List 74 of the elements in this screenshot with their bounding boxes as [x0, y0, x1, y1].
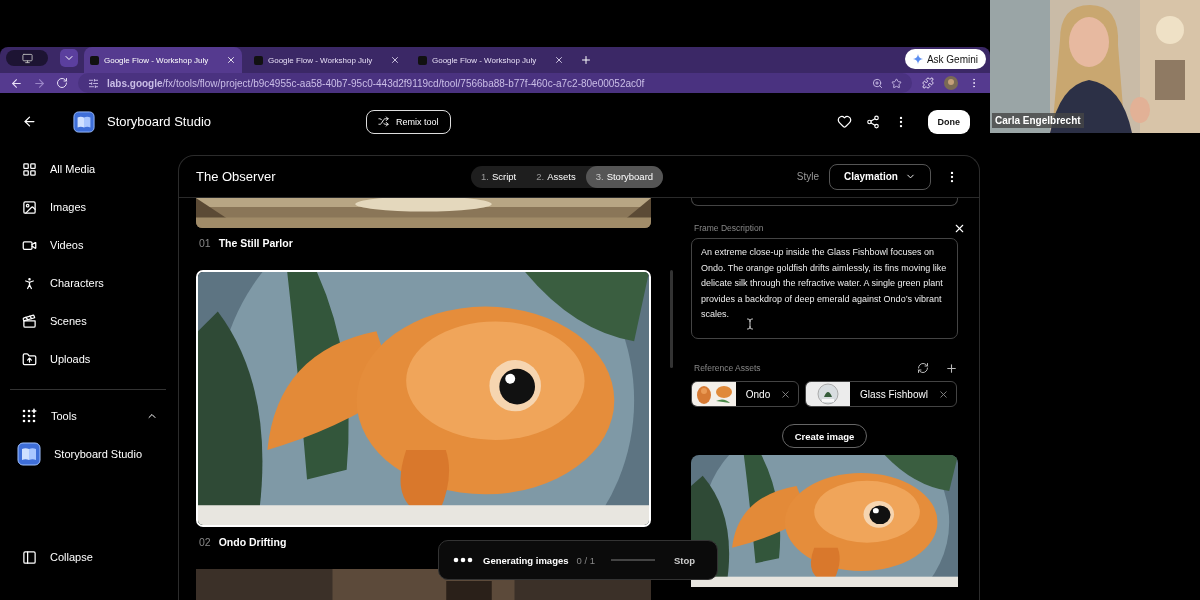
- monitor-icon: [21, 52, 33, 64]
- stop-button[interactable]: Stop: [669, 552, 703, 568]
- frame-number: 02: [199, 536, 211, 548]
- shuffle-icon: [378, 116, 390, 127]
- remix-tool-button[interactable]: Remix tool: [366, 109, 451, 134]
- step-tab[interactable]: 3. Storyboard: [585, 165, 664, 188]
- sidebar-item[interactable]: Characters: [0, 264, 178, 302]
- sidebar-item[interactable]: Scenes: [0, 302, 178, 340]
- field-label: Frame Description: [693, 223, 764, 233]
- address-bar[interactable]: labs.google/fx/tools/flow/project/b9c4955c-aa58-40b7-95c0-443d2f9119cd/tool/7566ba88-b77f-460c-a7c2-80e00052ac0f: [78, 73, 912, 93]
- heart-icon[interactable]: [836, 114, 852, 129]
- ask-gemini-button[interactable]: Ask Gemini: [904, 49, 986, 69]
- book-icon: [73, 110, 95, 133]
- share-icon[interactable]: [865, 114, 880, 129]
- clapperboard-icon: [22, 313, 37, 329]
- frame-number: 01: [199, 237, 211, 249]
- participant-name: Carla Engelbrecht: [992, 113, 1084, 128]
- panel-icon: [22, 549, 37, 565]
- sidebar-item[interactable]: Storyboard Studio: [0, 435, 178, 473]
- step-tab[interactable]: 1. Script: [471, 165, 527, 188]
- extensions-icon[interactable]: [922, 77, 934, 89]
- frame-title: The Still Parlor: [218, 237, 293, 249]
- progress-count: 0 / 1: [576, 554, 596, 566]
- step-tab[interactable]: 2. Assets: [526, 165, 586, 188]
- back-icon[interactable]: [22, 114, 37, 129]
- asset-chip[interactable]: Glass Fishbowl: [805, 381, 957, 407]
- zoom-icon: [872, 77, 883, 89]
- description-field[interactable]: An extreme close-up inside the Glass Fishbowl focuses on Ondo. The orange goldfish drifts aimlessly, its fins moving like delicate silk through the refractive water. A single green plant provides a backdrop of deep emerald against Ondo’s vibrant scales.: [691, 238, 958, 339]
- person-icon: [22, 275, 37, 291]
- create-image-button[interactable]: Create image: [781, 424, 868, 448]
- sidebar-item[interactable]: All Media: [0, 150, 178, 188]
- asset-name: Glass Fishbowl: [859, 388, 929, 400]
- favicon-icon: [90, 55, 99, 65]
- favicon-icon: [418, 55, 427, 65]
- field-label: Reference Assets: [693, 363, 761, 373]
- status-text: Generating images: [483, 554, 569, 566]
- tab-list-button[interactable]: [60, 49, 78, 67]
- bookmark-star-icon[interactable]: [891, 77, 902, 89]
- close-icon[interactable]: [390, 55, 400, 65]
- add-icon[interactable]: [945, 361, 958, 375]
- favicon-icon: [254, 55, 263, 65]
- sparkle-icon: [912, 54, 923, 64]
- book-icon: [17, 442, 41, 466]
- dots-icon: [453, 557, 473, 563]
- text-cursor-icon: [744, 318, 756, 330]
- style-dropdown[interactable]: Claymation: [829, 163, 931, 190]
- sparkle-grid-icon: [22, 408, 38, 424]
- browser-tab[interactable]: Google Flow - Workshop July: [248, 47, 406, 73]
- browser-tab[interactable]: Google Flow - Workshop July: [412, 47, 570, 73]
- grid-icon: [22, 161, 37, 177]
- close-icon[interactable]: [226, 55, 236, 65]
- tab-search-button[interactable]: [6, 50, 48, 66]
- folder-upload-icon: [22, 351, 37, 367]
- sidebar-item[interactable]: Uploads: [0, 340, 178, 378]
- image-icon: [22, 199, 37, 215]
- app-title: Storyboard Studio: [107, 114, 212, 129]
- close-icon[interactable]: [554, 55, 564, 65]
- frame-title: Ondo Drifting: [218, 536, 287, 548]
- new-tab-icon[interactable]: [580, 54, 592, 66]
- site-settings-icon: [88, 77, 99, 89]
- done-button[interactable]: Done: [927, 109, 970, 134]
- reload-icon[interactable]: [56, 77, 68, 89]
- sidebar-item[interactable]: Images: [0, 188, 178, 226]
- browser-tab[interactable]: Google Flow - Workshop July: [84, 47, 242, 73]
- collapse-button[interactable]: Collapse: [0, 538, 178, 576]
- refresh-icon[interactable]: [917, 361, 929, 374]
- style-label: Style: [796, 171, 819, 182]
- sidebar-item[interactable]: Videos: [0, 226, 178, 264]
- back-icon[interactable]: [10, 76, 23, 90]
- asset-chip[interactable]: Ondo: [691, 381, 799, 407]
- forward-icon[interactable]: [33, 76, 46, 90]
- project-title: The Observer: [196, 169, 277, 184]
- tools-toggle[interactable]: Tools: [0, 397, 178, 435]
- asset-name: Ondo: [744, 388, 772, 400]
